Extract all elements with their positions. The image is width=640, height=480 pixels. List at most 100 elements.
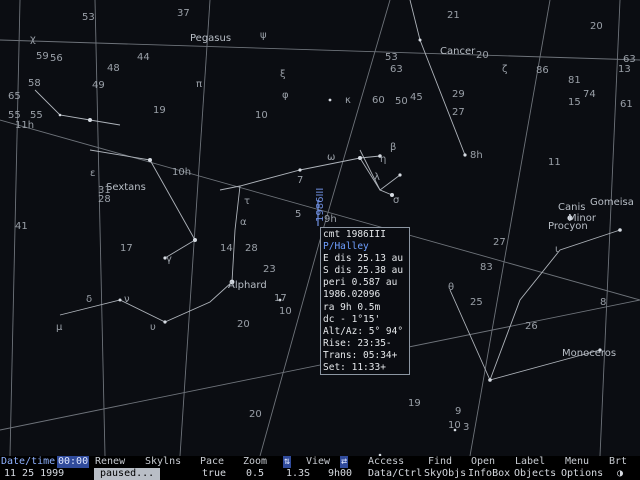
label: ω xyxy=(327,152,335,163)
label: 45 xyxy=(410,92,423,103)
label: 65 xyxy=(8,91,21,102)
star-procyon: Procyon xyxy=(548,221,588,232)
menu-datetime[interactable]: Date/time xyxy=(1,456,55,468)
label: 19 xyxy=(408,398,421,409)
label: 56 xyxy=(50,53,63,64)
info-set: Set: 11:33+ xyxy=(323,362,386,374)
label: 8h xyxy=(470,150,483,161)
menu-menu[interactable]: Menu xyxy=(565,456,589,468)
label: 25 xyxy=(470,297,483,308)
label: κ xyxy=(345,95,351,106)
label: 15 xyxy=(568,97,581,108)
label: φ xyxy=(282,90,289,101)
contrast-icon[interactable]: ◑ xyxy=(617,468,623,480)
label: α xyxy=(240,217,247,228)
label: ε xyxy=(90,168,95,179)
label: θ xyxy=(448,282,454,293)
label: 17 xyxy=(120,243,133,254)
menu-view[interactable]: View xyxy=(306,456,330,468)
menu-label[interactable]: Label xyxy=(515,456,545,468)
label: 61 xyxy=(620,99,633,110)
label: 81 xyxy=(568,75,581,86)
status-zoom[interactable]: 1.3S xyxy=(286,468,310,480)
label: 7 xyxy=(297,175,303,186)
label: 28 xyxy=(98,194,111,205)
label: 23 xyxy=(263,264,276,275)
label: 9h xyxy=(324,214,337,225)
label: 10h xyxy=(172,167,191,178)
menu-time-field[interactable]: 00:00 xyxy=(57,456,90,468)
status-paused[interactable]: paused... xyxy=(94,468,161,480)
zoom-icon[interactable]: ⇅ xyxy=(283,456,292,468)
menu-find[interactable]: Find xyxy=(428,456,452,468)
status-pace[interactable]: 0.5 xyxy=(246,468,264,480)
label: ι xyxy=(555,244,559,255)
menu-brightness[interactable]: Brt xyxy=(609,456,627,468)
constellation-canis: Canis xyxy=(558,202,585,213)
info-name: P/Halley xyxy=(323,241,369,253)
label: 13 xyxy=(618,64,631,75)
label: σ xyxy=(393,195,400,206)
menu-access[interactable]: Access xyxy=(368,456,404,468)
pane-options[interactable]: Options xyxy=(561,468,603,480)
status-flag[interactable]: true xyxy=(202,468,226,480)
label: 44 xyxy=(137,52,150,63)
label: τ xyxy=(244,196,250,207)
info-earth-distance: E dis 25.13 au xyxy=(323,253,404,265)
menu-skylns[interactable]: Skylns xyxy=(145,456,181,468)
label: μ xyxy=(56,322,63,333)
label: 29 xyxy=(452,89,465,100)
label: 11 xyxy=(548,157,561,168)
info-transit: Trans: 05:34+ xyxy=(323,349,398,361)
status-ra[interactable]: 9h00 xyxy=(328,468,352,480)
pane-objects[interactable]: Objects xyxy=(514,468,556,480)
info-perihelion-date: 1986.02096 xyxy=(323,289,381,301)
label: 28 xyxy=(245,243,258,254)
constellation-pegasus: Pegasus xyxy=(190,33,231,44)
constellation-sextans: Sextans xyxy=(106,182,146,193)
menu-zoom[interactable]: Zoom xyxy=(243,456,267,468)
info-rise: Rise: 23:35- xyxy=(323,337,392,349)
menu-open[interactable]: Open xyxy=(471,456,495,468)
star-alphard: Alphard xyxy=(228,280,267,291)
label: ζ xyxy=(502,64,507,75)
label: 26 xyxy=(525,321,538,332)
label: π xyxy=(196,79,202,90)
view-icon[interactable]: ⇄ xyxy=(340,456,349,468)
label: 10 xyxy=(279,306,292,317)
label: 20 xyxy=(590,21,603,32)
label: 8 xyxy=(600,297,606,308)
label: 49 xyxy=(92,80,105,91)
label: 63 xyxy=(390,64,403,75)
label: β xyxy=(390,142,396,153)
pane-data-ctrl[interactable]: Data/Ctrl xyxy=(368,468,422,480)
constellation-cancer: Cancer xyxy=(440,46,476,57)
info-alt-az: Alt/Az: 5° 94° xyxy=(323,325,404,337)
label: 50 xyxy=(395,96,408,107)
label: η xyxy=(380,154,386,165)
status-date[interactable]: 11 25 1999 xyxy=(4,468,64,480)
label: 10 xyxy=(255,110,268,121)
pane-infobox[interactable]: InfoBox xyxy=(468,468,510,480)
info-declination: dc - 1°15' xyxy=(323,313,381,325)
label: 14 xyxy=(220,243,233,254)
label: 19 xyxy=(153,105,166,116)
constellation-monoceros: Monoceros xyxy=(562,348,616,359)
status-bar: 11 25 1999 paused... true 0.5 1.3S 9h00 … xyxy=(0,468,640,480)
pane-skyobjs[interactable]: SkyObjs xyxy=(424,468,466,480)
label: 58 xyxy=(28,78,41,89)
label: 20 xyxy=(249,409,262,420)
label: ν xyxy=(124,294,130,305)
label: 27 xyxy=(452,107,465,118)
label: 83 xyxy=(480,262,493,273)
menu-bar: Date/time 00:00 Renew Skylns Pace Zoom ⇅… xyxy=(0,456,640,468)
info-sun-distance: S dis 25.38 au xyxy=(323,265,404,277)
label: 11h xyxy=(15,120,34,131)
menu-renew[interactable]: Renew xyxy=(95,456,125,468)
label: 74 xyxy=(583,89,596,100)
label: 60 xyxy=(372,95,385,106)
object-info-box[interactable]: cmt 1986III P/Halley E dis 25.13 au S di… xyxy=(320,227,410,375)
label: 9 xyxy=(455,406,461,417)
menu-pace[interactable]: Pace xyxy=(200,456,224,468)
label: 20 xyxy=(237,319,250,330)
